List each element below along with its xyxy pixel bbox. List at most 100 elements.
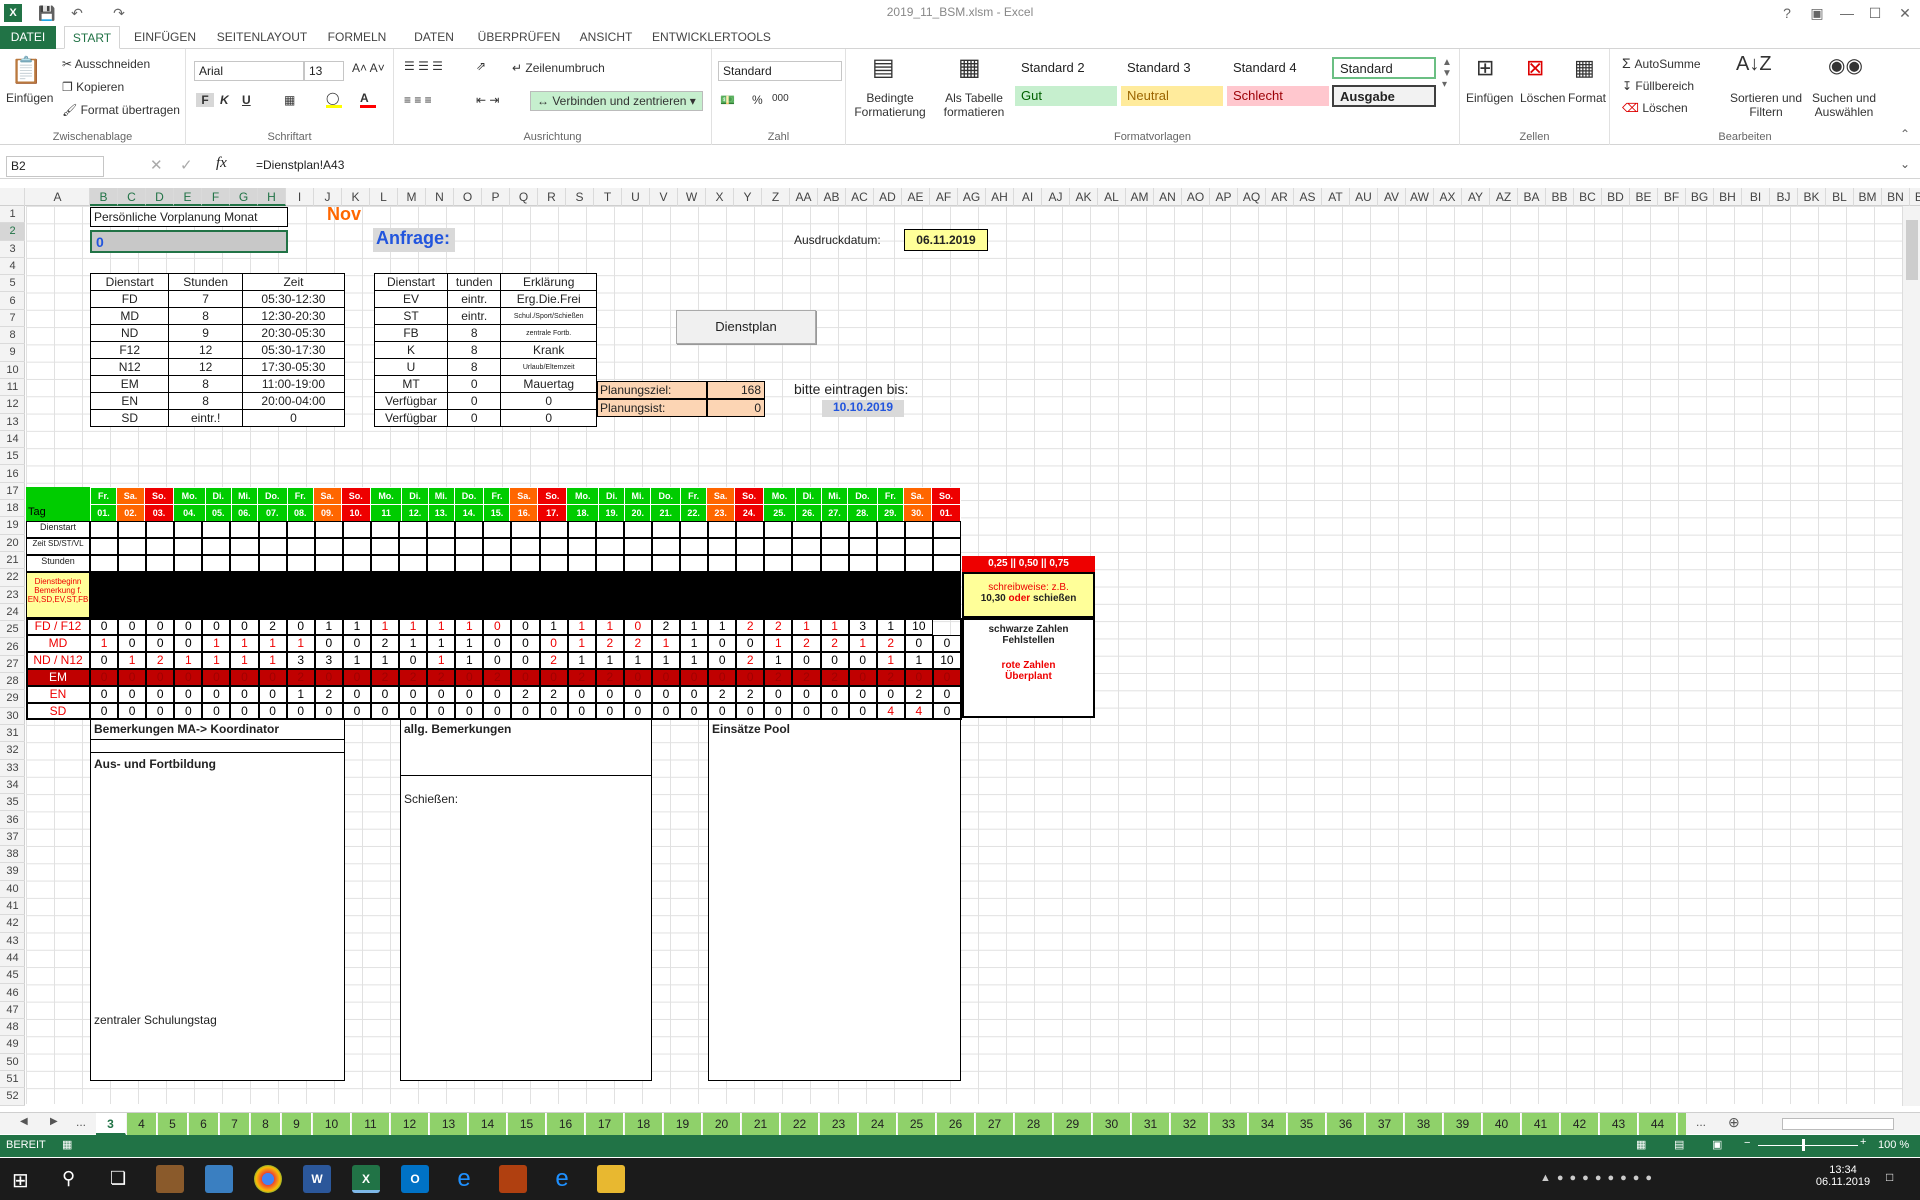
count-cell[interactable]: 0 [230, 669, 259, 686]
count-cell[interactable]: 1 [567, 652, 596, 669]
name-box[interactable]: B2 [6, 156, 104, 177]
entry-cell[interactable] [651, 555, 681, 572]
other-shift-cell[interactable]: zentrale Fortb. [500, 324, 597, 342]
count-cell[interactable]: 0 [848, 686, 877, 703]
count-cell[interactable]: 0 [708, 703, 737, 720]
count-cell[interactable]: 1 [651, 635, 681, 652]
bitte-date[interactable]: 10.10.2019 [822, 400, 904, 417]
column-header[interactable]: O [454, 188, 482, 206]
row-header[interactable]: 20 [0, 535, 25, 552]
paste-button[interactable]: Einfügen [6, 91, 53, 105]
entry-cell[interactable] [680, 538, 709, 555]
count-cell[interactable]: 1 [370, 652, 400, 669]
other-shift-cell[interactable]: Schul./Sport/Schießen [500, 307, 597, 325]
column-header[interactable]: I [286, 188, 314, 206]
count-cell[interactable]: 0 [567, 703, 596, 720]
app-book-icon[interactable] [499, 1165, 527, 1193]
entry-cell[interactable] [708, 521, 737, 538]
clock[interactable]: 13:34 06.11.2019 [1808, 1164, 1878, 1188]
count-cell[interactable]: 3 [848, 618, 877, 635]
row-header[interactable]: 29 [0, 690, 25, 708]
sheet-tab[interactable]: 18 [625, 1113, 663, 1135]
count-cell[interactable]: 0 [820, 652, 849, 669]
row-header[interactable]: 9 [0, 344, 25, 362]
row-header[interactable]: 8 [0, 327, 25, 345]
count-cell[interactable]: 0 [511, 669, 540, 686]
other-shift-cell[interactable]: 0 [447, 409, 502, 427]
column-header[interactable]: AO [1182, 188, 1210, 206]
indent-icon[interactable]: ⇤ ⇥ [476, 93, 499, 107]
count-cell[interactable]: 1 [174, 652, 203, 669]
row-header[interactable]: 6 [0, 293, 25, 310]
count-cell[interactable]: 1 [455, 618, 484, 635]
count-cell[interactable]: 0 [736, 635, 765, 652]
row-header[interactable]: 22 [0, 569, 25, 587]
sheet-tab[interactable]: 4 [127, 1113, 157, 1135]
shift-cell[interactable]: F12 [89, 341, 170, 359]
count-cell[interactable]: 0 [399, 652, 428, 669]
shift-cell[interactable]: 12 [168, 341, 243, 359]
row-header[interactable]: 11 [0, 379, 25, 397]
outlook-icon[interactable]: O [401, 1165, 429, 1193]
style-standard-2[interactable]: Standard 2 [1014, 57, 1118, 79]
row-header[interactable]: 21 [0, 552, 25, 570]
entry-cell[interactable] [904, 555, 933, 572]
row-header[interactable]: 31 [0, 725, 25, 743]
count-cell[interactable]: 0 [90, 618, 119, 635]
column-header[interactable]: AC [846, 188, 874, 206]
column-header[interactable]: AT [1322, 188, 1350, 206]
entry-cell[interactable] [904, 521, 933, 538]
entry-cell[interactable] [764, 555, 793, 572]
tab-insert[interactable]: EINFÜGEN [128, 26, 202, 49]
column-header[interactable]: V [650, 188, 678, 206]
count-cell[interactable]: 0 [90, 686, 119, 703]
count-cell[interactable]: 2 [286, 669, 315, 686]
shift-cell[interactable]: N12 [89, 358, 170, 376]
entry-cell[interactable] [792, 555, 821, 572]
row-header[interactable]: 34 [0, 777, 25, 795]
count-cell[interactable]: 0 [483, 686, 512, 703]
sheet-tab[interactable]: 12 [391, 1113, 429, 1135]
entry-cell[interactable] [230, 555, 259, 572]
count-cell[interactable]: 0 [202, 669, 231, 686]
column-header[interactable]: B [90, 188, 118, 206]
count-cell[interactable]: 1 [202, 635, 231, 652]
shift-cell[interactable]: FD [89, 290, 170, 308]
entry-cell[interactable] [539, 521, 568, 538]
other-shift-cell[interactable]: Urlaub/Elternzeit [500, 358, 597, 376]
column-header[interactable]: W [678, 188, 706, 206]
other-shift-cell[interactable]: Mauertag [500, 375, 597, 393]
ribbon-display-button[interactable]: ▣ [1806, 3, 1828, 23]
excel-icon[interactable]: X [352, 1165, 380, 1193]
count-cell[interactable]: 0 [342, 669, 371, 686]
shift-cell[interactable]: 8 [168, 307, 243, 325]
count-cell[interactable]: 1 [623, 652, 652, 669]
column-header[interactable]: L [370, 188, 398, 206]
count-cell[interactable]: 0 [736, 669, 765, 686]
count-cell[interactable]: 2 [764, 669, 793, 686]
font-name-select[interactable]: Arial [194, 61, 304, 81]
sheet-tab[interactable]: 29 [1054, 1113, 1092, 1135]
paste-icon[interactable]: 📋 [10, 55, 42, 86]
other-shift-cell[interactable]: 8 [447, 341, 502, 359]
entry-cell[interactable] [314, 538, 343, 555]
count-cell[interactable]: 0 [708, 652, 737, 669]
vertical-scrollbar[interactable] [1902, 206, 1920, 1106]
sheet-tab[interactable]: 27 [976, 1113, 1014, 1135]
count-cell[interactable]: 1 [427, 635, 456, 652]
grow-font-icon[interactable]: A˄ A˅ [352, 61, 385, 75]
column-header[interactable]: AN [1154, 188, 1182, 206]
entry-cell[interactable] [90, 555, 119, 572]
count-cell[interactable]: 1 [764, 652, 793, 669]
entry-cell[interactable] [848, 555, 877, 572]
column-header[interactable]: BM [1854, 188, 1882, 206]
sheet-tab[interactable]: 14 [469, 1113, 507, 1135]
page-break-icon[interactable]: ▣ [1712, 1138, 1722, 1151]
entry-cell[interactable] [455, 521, 484, 538]
count-cell[interactable]: 0 [483, 703, 512, 720]
style-gut[interactable]: Gut [1014, 85, 1118, 107]
column-header[interactable]: AZ [1490, 188, 1518, 206]
count-cell[interactable]: 0 [314, 703, 343, 720]
other-shift-cell[interactable]: Krank [500, 341, 597, 359]
column-header[interactable]: AQ [1238, 188, 1266, 206]
